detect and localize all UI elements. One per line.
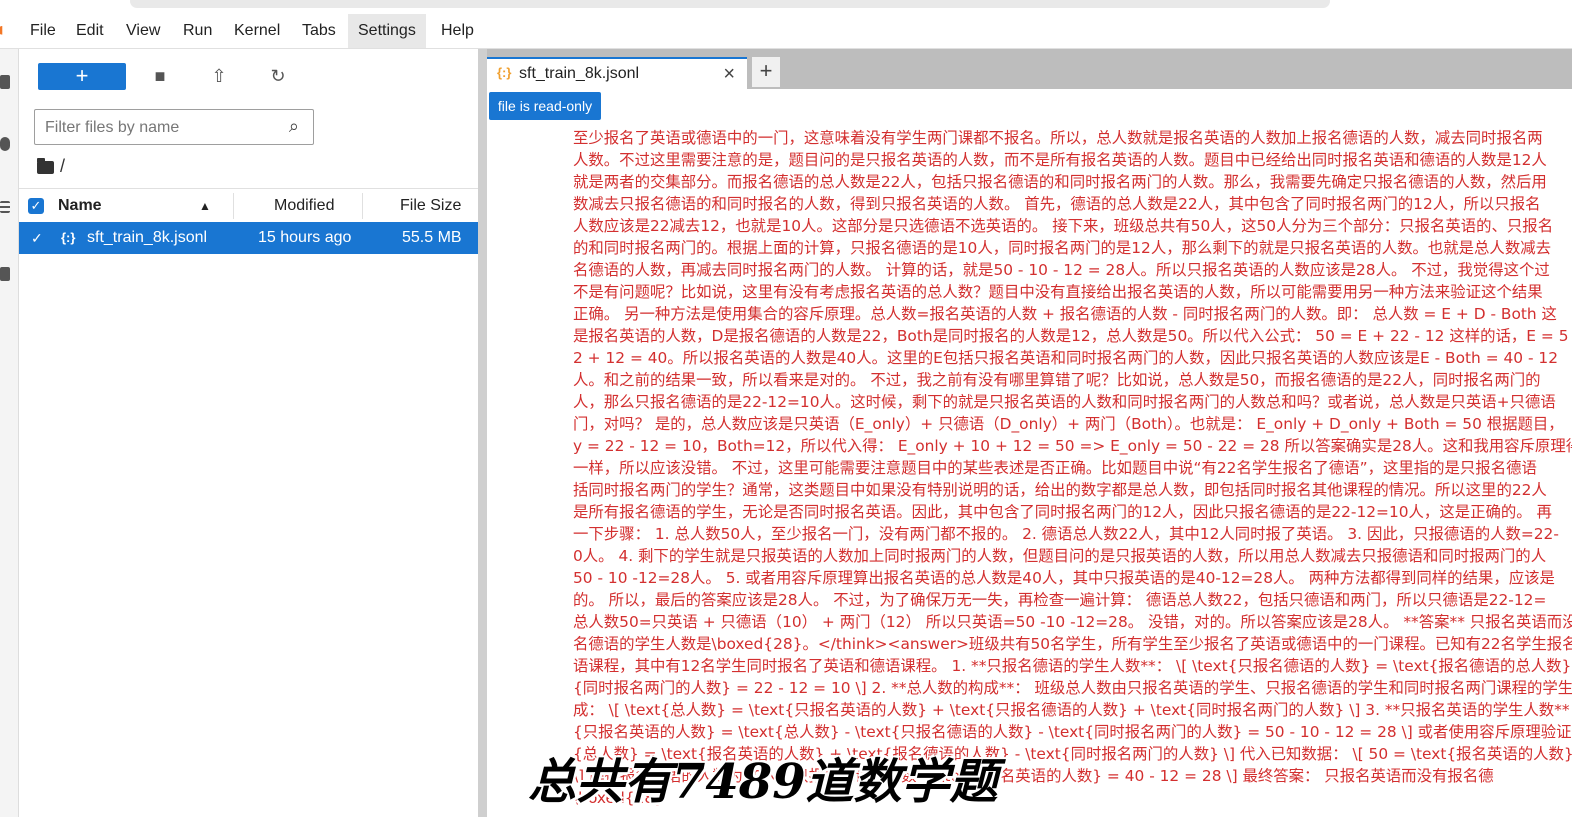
code-line: 人。和之前的结果一致，所以看来是对的。 不过，我之前有没有哪里算错了呢？比如说，…	[573, 371, 1541, 389]
code-line: 的。 所以，最后的答案应该是28人。 不过，为了确保万无一失，再检查一遍计算： …	[573, 591, 1547, 609]
menubar: ◖ File Edit View Run Kernel Tabs Setting…	[0, 14, 1572, 49]
code-line: 括同时报名两门的学生？通常，这类题目中如果没有特别说明的话，给出的数字都是总人数…	[573, 481, 1547, 499]
editor-content[interactable]: 至少报名了英语或德语中的一门，这意味着没有学生两门课都不报名。所以，总人数就是报…	[573, 127, 1572, 817]
file-list-header: ✓ Name ▲ Modified File Size	[19, 188, 478, 224]
menu-help[interactable]: Help	[431, 14, 484, 48]
code-line: 0人。 4. 剩下的学生就是只报英语的人数加上同时报两门的人数，但题目问的是只报…	[573, 547, 1547, 565]
code-line: 正确。 另一种方法是使用集合的容斥原理。总人数=报名英语的人数 + 报名德语的人…	[573, 305, 1557, 323]
menu-edit[interactable]: Edit	[66, 14, 114, 48]
filter-box: ⌕	[34, 109, 314, 145]
text-editor[interactable]: file is read-only 至少报名了英语或德语中的一门，这意味着没有学…	[487, 89, 1572, 817]
code-line: 是所有报名德语的学生，无论是否同时报名英语。因此，其中包含了同时报名两门的12人…	[573, 503, 1552, 521]
folder-icon[interactable]	[0, 75, 10, 89]
jupyter-logo-icon: ◖	[0, 19, 7, 41]
file-modified: 15 hours ago	[258, 229, 352, 246]
code-line: 2 + 12 = 40。所以报名英语的人数是40人。这里的E包括只报名英语和同时…	[573, 349, 1559, 367]
code-line: 语课程，其中有12名学生同时报名了英语和德语课程。 1. **只报名德语的学生人…	[573, 657, 1572, 675]
column-divider[interactable]	[362, 193, 363, 219]
filter-input[interactable]	[43, 112, 277, 144]
breadcrumb[interactable]: /	[37, 153, 65, 179]
code-line: {只报名英语的人数} = \text{总人数} - \text{只报名德语的人数…	[573, 723, 1572, 741]
code-line: 人数应该是22减去12，也就是10人。这部分是只选德语不选英语的。 接下来，班级…	[573, 217, 1554, 235]
menu-tabs[interactable]: Tabs	[292, 14, 346, 48]
code-line: 一下步骤： 1. 总人数50人，至少报名一门，没有两门都不报的。 2. 德语总人…	[573, 525, 1559, 543]
code-line: 总人数50=只英语 + 只德语（10） + 两门（12） 所以只英语=50 -1…	[573, 613, 1572, 631]
code-line: 数减去只报名德语的和同时报名的人数，得到只报名英语的人数。 首先，德语的总人数是…	[573, 195, 1541, 213]
column-divider[interactable]	[233, 193, 234, 219]
code-line: 名德语的人数，再减去同时报名两门的人数。 计算的话，就是50 - 10 - 12…	[573, 261, 1550, 279]
menu-settings[interactable]: Settings	[348, 14, 426, 48]
browser-top-strip	[0, 0, 1572, 12]
menu-file[interactable]: File	[20, 14, 66, 48]
code-line: 不是有问题呢？比如说，这里有没有考虑报名英语的总人数？题目中没有直接给出报名英语…	[573, 283, 1543, 301]
json-file-icon: {:}	[497, 65, 512, 80]
code-line: 一样，所以应该没错。 不过，这里可能需要注意题目中的某些表述是否正确。比如题目中…	[573, 459, 1537, 477]
code-line: 就是两者的交集部分。而报名德语的总人数是22人，包括只报名德语的和同时报名两门的…	[573, 173, 1547, 191]
breadcrumb-root[interactable]: /	[60, 156, 65, 176]
code-line: 的和同时报名两门的。根据上面的计算，只报名德语的是10人，同时报名两门的是12人…	[573, 239, 1551, 257]
row-check-icon[interactable]: ✓	[31, 222, 43, 254]
address-bar	[130, 0, 1330, 8]
upload-icon[interactable]: ⇧	[208, 65, 230, 87]
json-file-icon: {:}	[61, 230, 76, 245]
code-line: 50 - 10 -12=28人。 5. 或者用容斥原理算出报名英语的总人数是40…	[573, 569, 1555, 587]
tab-title[interactable]: sft_train_8k.jsonl	[519, 59, 639, 89]
file-row[interactable]: ✓ {:} sft_train_8k.jsonl 15 hours ago 55…	[19, 222, 478, 254]
add-tab-button[interactable]: +	[752, 57, 780, 87]
column-modified[interactable]: Modified	[274, 189, 334, 223]
code-line: 名德语的学生人数是\boxed{28}。</think><answer>班级共有…	[573, 635, 1572, 653]
left-sidebar	[0, 49, 19, 817]
search-icon: ⌕	[288, 116, 299, 136]
file-name[interactable]: sft_train_8k.jsonl	[87, 222, 207, 254]
code-line: 是报名英语的人数，D是报名德语的人数是22，Both是同时报名的人数是12，总人…	[573, 327, 1569, 345]
code-line: 人，那么只报名德语的是22-12=10人。这时候，剩下的就是只报名英语的人数和同…	[573, 393, 1556, 411]
video-caption: 总共有7489道数学题	[528, 754, 998, 810]
column-file-size[interactable]: File Size	[400, 189, 461, 223]
document-tab-bar: {:} sft_train_8k.jsonl × +	[487, 49, 1572, 91]
menu-view[interactable]: View	[116, 14, 170, 48]
readonly-badge: file is read-only	[489, 92, 601, 120]
folder-icon	[37, 157, 54, 174]
code-line: y = 22 - 12 = 10，Both=12，所以代入得： E_only +…	[573, 437, 1572, 455]
new-folder-icon[interactable]: ■	[149, 65, 171, 87]
close-icon[interactable]: ×	[723, 59, 735, 89]
select-all-checkbox[interactable]: ✓	[28, 198, 44, 214]
code-line: 成： \[ \text{总人数} = \text{只报名英语的人数} + \te…	[573, 701, 1572, 719]
menu-run[interactable]: Run	[173, 14, 222, 48]
code-line: 人数。不过这里需要注意的是，题目问的是只报名英语的人数，而不是所有报名英语的人数…	[573, 151, 1547, 169]
running-icon[interactable]	[0, 137, 10, 151]
file-browser: + ■ ⇧ ↻ ⌕ / ✓ Name ▲ Modified File Size …	[19, 49, 478, 817]
sort-ascending-icon[interactable]: ▲	[199, 189, 211, 223]
refresh-icon[interactable]: ↻	[267, 65, 289, 87]
code-line: {同时报名两门的人数} = 22 - 12 = 10 \] 2. **总人数的构…	[573, 679, 1572, 697]
code-line: 至少报名了英语或德语中的一门，这意味着没有学生两门课都不报名。所以，总人数就是报…	[573, 129, 1543, 147]
extension-icon[interactable]	[0, 267, 10, 281]
column-name[interactable]: Name	[58, 189, 102, 223]
toc-icon[interactable]	[0, 201, 10, 213]
tab-sft-train[interactable]: {:} sft_train_8k.jsonl ×	[487, 57, 747, 91]
menu-kernel[interactable]: Kernel	[224, 14, 290, 48]
new-launcher-button[interactable]: +	[38, 63, 126, 90]
panel-splitter[interactable]	[478, 49, 487, 817]
file-size: 55.5 MB	[402, 229, 462, 246]
code-line: 门，对吗？ 是的，总人数应该是只英语（E_only）+ 只德语（D_only）+…	[573, 415, 1564, 433]
